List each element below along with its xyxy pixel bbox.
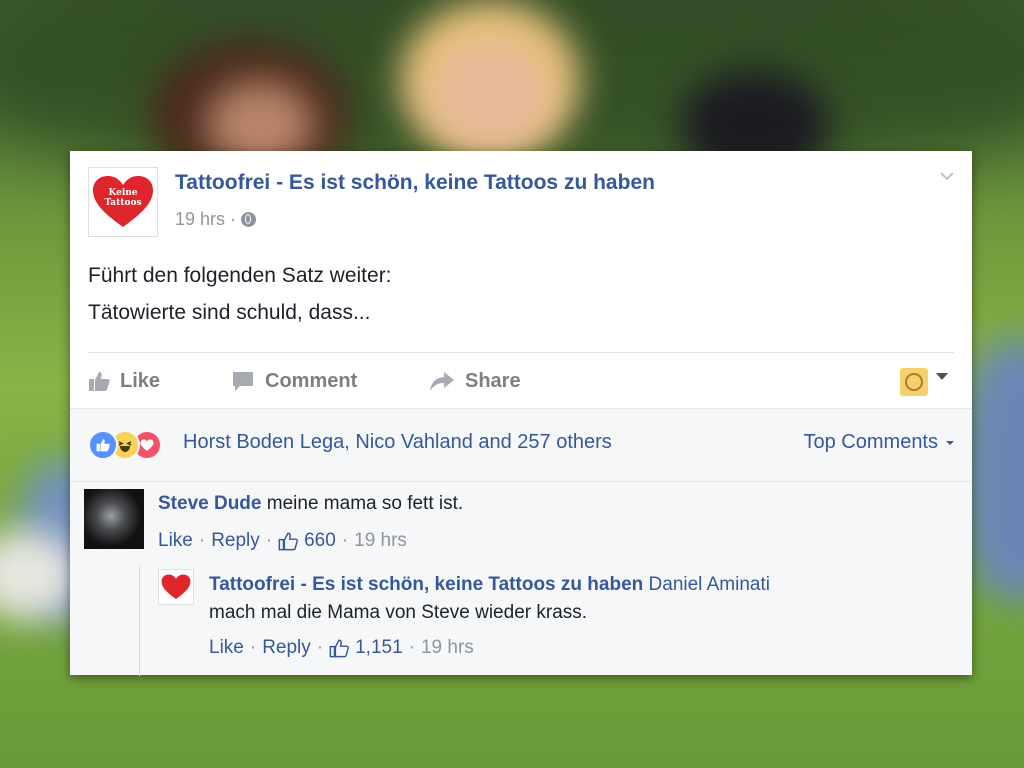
like-button[interactable]: Like — [88, 360, 160, 402]
reactors-link[interactable]: Horst Boden Lega, Nico Vahland and 257 o… — [183, 431, 612, 454]
comment-author-link[interactable]: Steve Dude — [158, 493, 261, 514]
avatar-text-line2: Tattoos — [104, 198, 142, 208]
comment-meta: Like · Reply · 660 · 19 hrs — [158, 530, 407, 552]
meta-separator: · — [316, 637, 324, 658]
reaction-icons[interactable] — [88, 430, 178, 460]
divider — [88, 352, 954, 353]
comment-body: Tattoofrei - Es ist schön, keine Tattoos… — [209, 571, 770, 627]
chevron-down-icon[interactable] — [940, 169, 954, 183]
comment-label: Comment — [265, 369, 358, 392]
globe-icon[interactable] — [241, 212, 257, 227]
avatar[interactable] — [84, 489, 144, 549]
share-arrow-icon — [430, 372, 454, 391]
post-meta: 19 hrs · — [175, 209, 257, 230]
meta-separator: · — [265, 530, 273, 551]
comment-author-link[interactable]: Tattoofrei - Es ist schön, keine Tattoos… — [209, 574, 643, 595]
heart-logo-icon — [161, 574, 191, 600]
heart-logo-icon: Keine Tattoos — [92, 175, 154, 229]
post-text-line1: Führt den folgenden Satz weiter: — [88, 264, 392, 287]
reply-thread-line — [139, 565, 140, 676]
meta-separator: · — [249, 637, 257, 658]
comment-timestamp[interactable]: 19 hrs — [354, 530, 407, 552]
avatar[interactable] — [158, 569, 194, 605]
avatar-text-line1: Keine — [108, 188, 138, 198]
comment-like-count[interactable]: 1,151 — [355, 637, 403, 659]
thumbs-up-icon[interactable] — [329, 638, 349, 658]
share-button[interactable]: Share — [429, 360, 521, 402]
like-label: Like — [120, 369, 161, 392]
reaction-selector-icon[interactable] — [900, 368, 928, 396]
comment-timestamp[interactable]: 19 hrs — [421, 637, 474, 659]
share-label: Share — [465, 369, 521, 392]
comment-reply-link[interactable]: Reply — [262, 637, 311, 659]
meta-separator: · — [230, 209, 237, 229]
post-text-line2: Tätowierte sind schuld, dass... — [88, 301, 371, 324]
like-reaction-icon — [88, 430, 118, 460]
top-comments-dropdown[interactable]: Top Comments — [803, 431, 954, 454]
comment-meta: Like · Reply · 1,151 · 19 hrs — [209, 637, 474, 659]
post-message: Führt den folgenden Satz weiter: Tätowie… — [88, 257, 392, 331]
sort-label: Top Comments — [803, 431, 939, 453]
divider — [70, 481, 972, 482]
post-timestamp[interactable]: 19 hrs — [175, 209, 225, 230]
caret-down-icon[interactable] — [936, 373, 948, 380]
comment-text: meine mama so fett ist. — [266, 493, 464, 514]
meta-separator: · — [408, 637, 415, 658]
feedback-section: Horst Boden Lega, Nico Vahland and 257 o… — [70, 408, 972, 676]
triangle-down-icon — [946, 440, 954, 445]
comment: Steve Dude meine mama so fett ist. Like … — [84, 489, 954, 569]
comment-bubble-icon — [233, 372, 253, 391]
page-avatar[interactable]: Keine Tattoos — [88, 167, 158, 237]
comment-like-count[interactable]: 660 — [304, 530, 336, 552]
comment-reply-link[interactable]: Reply — [211, 530, 260, 552]
post-header: Keine Tattoos Tattoofrei - Es ist schön,… — [88, 167, 954, 237]
thumbs-up-icon — [89, 372, 110, 391]
reactions-summary: Horst Boden Lega, Nico Vahland and 257 o… — [88, 425, 954, 461]
mention-link[interactable]: Daniel Aminati — [649, 574, 770, 595]
meta-separator: · — [341, 530, 349, 551]
comment-body: Steve Dude meine mama so fett ist. — [158, 491, 463, 517]
meta-separator: · — [198, 530, 206, 551]
page-name-link[interactable]: Tattoofrei - Es ist schön, keine Tattoos… — [175, 171, 655, 195]
comment-reply: Tattoofrei - Es ist schön, keine Tattoos… — [158, 569, 954, 669]
comment-text: mach mal die Mama von Steve wieder krass… — [209, 602, 588, 623]
comment-like-link[interactable]: Like — [158, 530, 193, 552]
post-actions-bar: Like Comment Share — [88, 360, 954, 402]
facebook-post-card: Keine Tattoos Tattoofrei - Es ist schön,… — [70, 151, 972, 676]
comment-button[interactable]: Comment — [231, 360, 357, 402]
comment-like-link[interactable]: Like — [209, 637, 244, 659]
thumbs-up-icon[interactable] — [278, 531, 298, 551]
